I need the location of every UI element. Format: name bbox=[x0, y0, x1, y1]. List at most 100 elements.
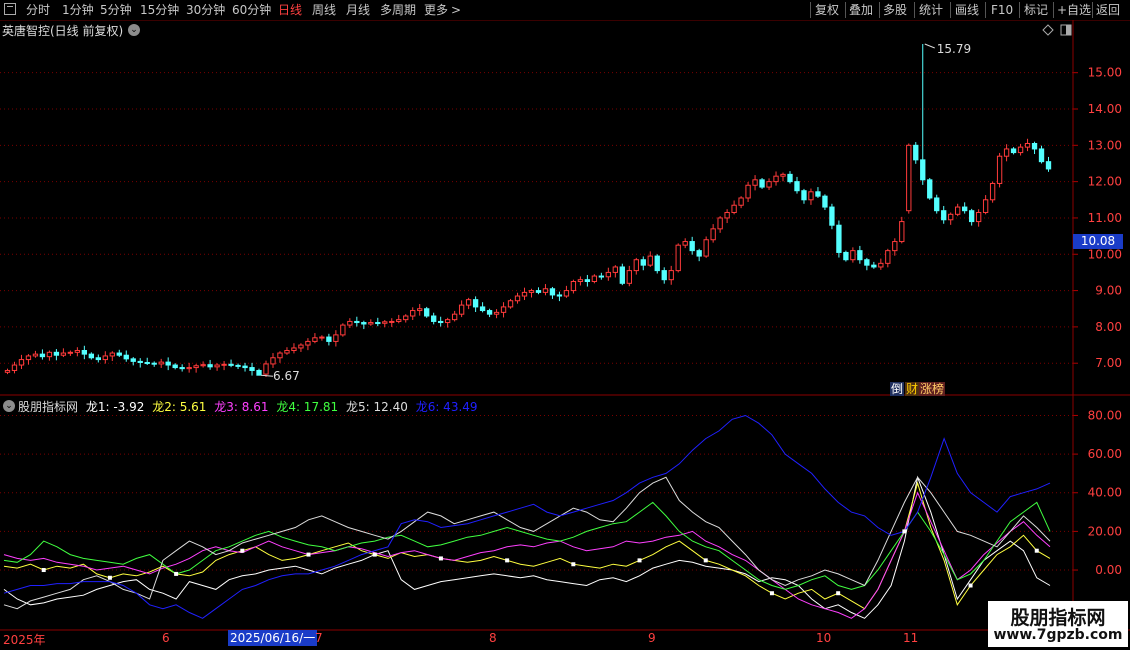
signal-marker bbox=[174, 571, 179, 576]
candle-body bbox=[696, 250, 702, 257]
legend-long1: 龙1: -3.92 bbox=[85, 400, 145, 414]
candle-body bbox=[326, 336, 332, 342]
y-tick-label: 60.00 bbox=[1088, 447, 1122, 461]
candle-body bbox=[249, 367, 255, 371]
candle-body bbox=[396, 319, 402, 322]
chart-canvas: 7.00 8.00 9.00 10.00 11.00 12.00 13.00 14.00 15.… bbox=[0, 20, 1130, 631]
candle-body bbox=[878, 262, 884, 268]
indicator-name[interactable]: 股朋指标网 bbox=[18, 400, 78, 414]
candle-body bbox=[424, 308, 430, 317]
candle-body bbox=[612, 266, 618, 273]
candle-body bbox=[996, 155, 1003, 184]
y-tick-label: 9.00 bbox=[1095, 284, 1122, 298]
candle-body bbox=[626, 270, 632, 284]
candle-body bbox=[340, 324, 346, 336]
signal-marker bbox=[41, 568, 46, 573]
candle-body bbox=[542, 288, 549, 293]
candle-body bbox=[794, 181, 800, 192]
candle-body bbox=[151, 362, 157, 365]
candle-body bbox=[228, 363, 234, 366]
candle-body bbox=[920, 159, 926, 181]
indicator-y-axis: 0.00 20.00 40.00 60.00 80.00 bbox=[1073, 408, 1122, 577]
candle-body bbox=[955, 206, 961, 215]
chevron-down-icon[interactable]: ⌄ bbox=[3, 400, 15, 412]
finance-badge[interactable]: 财 bbox=[905, 382, 920, 396]
candle-body bbox=[305, 340, 311, 346]
candle-body bbox=[291, 347, 297, 351]
candle-body bbox=[284, 350, 290, 354]
candle-body bbox=[605, 271, 612, 278]
candle-body bbox=[934, 197, 940, 212]
signal-marker bbox=[306, 552, 311, 557]
candle-body bbox=[619, 266, 625, 284]
candle-body bbox=[67, 351, 74, 354]
candle-body bbox=[165, 361, 171, 366]
candle-body bbox=[312, 337, 318, 342]
signal-marker bbox=[438, 556, 443, 561]
signal-marker bbox=[240, 548, 245, 553]
watermark-url: www.7gpzb.com bbox=[993, 627, 1123, 643]
candle-body bbox=[465, 299, 472, 306]
candle-body bbox=[682, 241, 688, 246]
candle-body bbox=[773, 175, 779, 183]
signal-marker bbox=[902, 529, 907, 534]
panel-frames bbox=[0, 20, 1130, 631]
candle-body bbox=[319, 336, 325, 339]
signal-marker bbox=[769, 591, 774, 596]
candle-body bbox=[179, 367, 185, 370]
candle-body bbox=[689, 241, 695, 252]
candle-body bbox=[368, 322, 374, 325]
candle-body bbox=[521, 291, 528, 297]
y-tick-label: 11.00 bbox=[1088, 211, 1122, 225]
signal-marker bbox=[107, 575, 112, 580]
candle-body bbox=[137, 360, 143, 363]
indicator-grid bbox=[0, 414, 1073, 571]
candle-body bbox=[962, 206, 968, 212]
candle-body bbox=[277, 352, 283, 359]
signal-marker bbox=[505, 558, 510, 563]
top-gainers-badge[interactable]: 涨榜 bbox=[919, 382, 946, 396]
candle-body bbox=[913, 144, 919, 161]
legend-long3: 龙3: 8.61 bbox=[214, 400, 269, 414]
candle-body bbox=[941, 210, 947, 221]
candle-body bbox=[822, 195, 828, 208]
indicator-line-龙5 bbox=[3, 476, 1051, 610]
candle-body bbox=[703, 239, 709, 257]
candle-body bbox=[221, 363, 227, 366]
time-label-nov: 11 bbox=[903, 631, 919, 645]
candle-body bbox=[417, 308, 423, 312]
candle-body bbox=[892, 241, 898, 252]
candle-body bbox=[242, 365, 248, 369]
candle-body bbox=[32, 353, 39, 357]
main-grid bbox=[0, 72, 1073, 364]
candle-body bbox=[668, 270, 674, 281]
high-pointer bbox=[924, 43, 935, 49]
candle-body bbox=[1031, 143, 1038, 150]
y-tick-label: 20.00 bbox=[1088, 524, 1122, 538]
candle-body bbox=[172, 364, 178, 369]
candle-body bbox=[144, 361, 150, 364]
time-axis: 2025年 6 2025/06/16/一 7 8 9 10 11 bbox=[0, 630, 1130, 650]
candle-body bbox=[563, 290, 570, 297]
candle-body bbox=[857, 250, 863, 261]
candle-body bbox=[507, 300, 514, 308]
time-label-oct: 10 bbox=[816, 631, 832, 645]
candle-body bbox=[81, 350, 88, 355]
candle-body bbox=[975, 212, 982, 223]
y-tick-label: 7.00 bbox=[1095, 356, 1122, 370]
candle-body bbox=[654, 255, 660, 272]
candle-body bbox=[836, 224, 842, 253]
candle-body bbox=[675, 244, 681, 272]
candle-body bbox=[39, 353, 46, 358]
candle-body bbox=[829, 206, 835, 226]
candle-body bbox=[808, 191, 814, 201]
candle-body bbox=[906, 144, 912, 212]
candle-body bbox=[1010, 148, 1017, 154]
candle-body bbox=[535, 290, 542, 293]
candle-body bbox=[577, 279, 584, 282]
indicator-series bbox=[3, 414, 1051, 619]
candle-body bbox=[18, 359, 25, 366]
candle-body bbox=[4, 369, 11, 373]
candle-body bbox=[493, 311, 500, 315]
reversal-badge[interactable]: 倒 bbox=[890, 382, 905, 396]
